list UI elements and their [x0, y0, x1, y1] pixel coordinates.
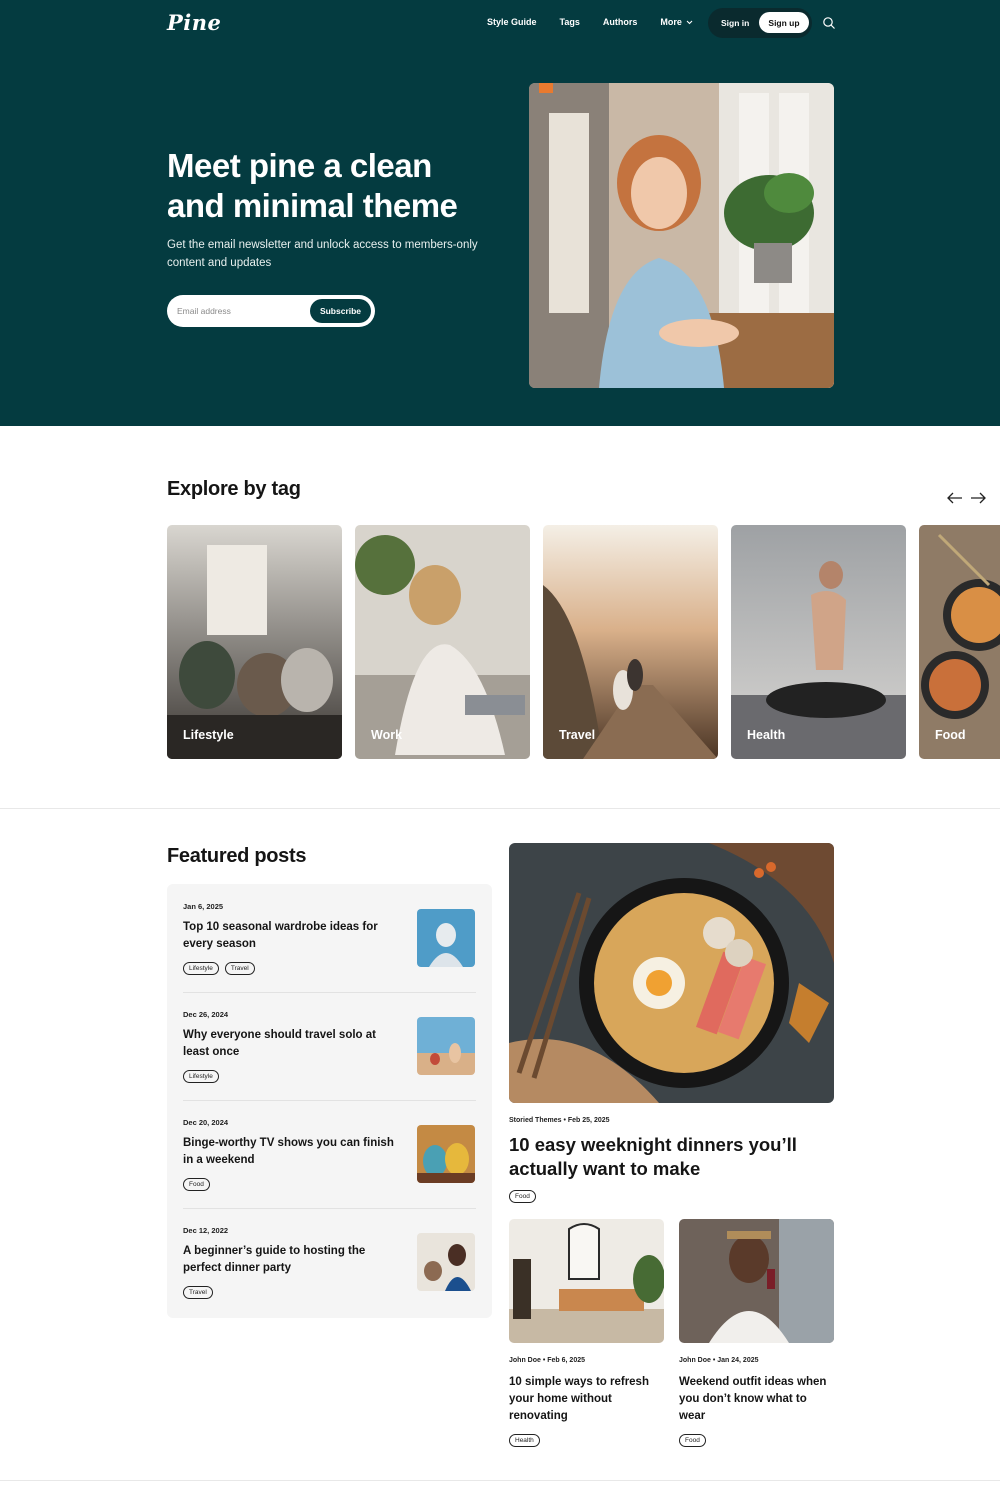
logo[interactable]: Pine	[167, 10, 221, 35]
nav-tags[interactable]: Tags	[560, 17, 580, 27]
tag-pill[interactable]: Food	[679, 1434, 706, 1447]
tag-label: Food	[935, 728, 966, 742]
explore-title: Explore by tag	[167, 478, 301, 500]
post-thumbnail[interactable]	[417, 1233, 475, 1291]
hero-title: Meet pine a clean and minimal theme	[167, 147, 458, 224]
post-thumbnail[interactable]	[417, 1125, 475, 1183]
hero-section: Pine Style Guide Tags Authors More Sign …	[0, 0, 1000, 426]
featured-main-title[interactable]: 10 easy weeknight dinners you’ll actuall…	[509, 1133, 829, 1181]
auth-group: Sign in Sign up	[708, 8, 812, 38]
post-tags: Food	[183, 1178, 210, 1191]
featured-title: Featured posts	[167, 845, 307, 867]
search-icon[interactable]	[822, 16, 836, 30]
post-thumbnail[interactable]	[417, 1017, 475, 1075]
tag-card-lifestyle[interactable]: Lifestyle	[167, 525, 342, 759]
tag-label: Health	[747, 728, 786, 742]
tag-pill[interactable]: Travel	[183, 1286, 213, 1299]
post-tags: Lifestyle	[183, 1070, 219, 1083]
post-author[interactable]: John Doe	[679, 1357, 711, 1364]
email-input[interactable]	[177, 303, 307, 319]
post-author[interactable]: Storied Themes	[509, 1117, 562, 1124]
tag-card-travel[interactable]: Travel	[543, 525, 718, 759]
post-author[interactable]: John Doe	[509, 1357, 541, 1364]
post-title[interactable]: Why everyone should travel solo at least…	[183, 1027, 398, 1061]
tag-label: Travel	[559, 728, 596, 742]
tag-card-health[interactable]: Health	[731, 525, 906, 759]
arrow-right-icon[interactable]	[969, 491, 987, 505]
post-meta: Storied Themes • Feb 25, 2025	[509, 1117, 610, 1124]
tag-pill[interactable]: Food	[183, 1178, 210, 1191]
post-title[interactable]: A beginner’s guide to hosting the perfec…	[183, 1243, 398, 1277]
featured-list: Jan 6, 2025 Top 10 seasonal wardrobe ide…	[167, 884, 492, 1318]
post-meta: John Doe • Feb 6, 2025	[509, 1357, 585, 1364]
tag-card-work[interactable]: Work	[355, 525, 530, 759]
tag-label: Work	[371, 728, 403, 742]
tag-pill[interactable]: Lifestyle	[183, 962, 219, 975]
post-tags: Travel	[183, 1286, 213, 1299]
chevron-down-icon	[686, 20, 693, 24]
subscribe-button[interactable]: Subscribe	[310, 299, 371, 323]
featured-main-image[interactable]	[509, 843, 834, 1103]
tag-pill[interactable]: Lifestyle	[183, 1070, 219, 1083]
tag-carousel: Lifestyle Work Travel Health Food	[167, 525, 1000, 759]
post-date: Feb 25, 2025	[567, 1117, 610, 1124]
post-title[interactable]: Weekend outfit ideas when you don’t know…	[679, 1374, 829, 1425]
post-date: Dec 12, 2022	[183, 1226, 229, 1235]
post-date: Feb 6, 2025	[547, 1357, 585, 1364]
sign-in-button[interactable]: Sign in	[721, 18, 749, 28]
post-thumbnail[interactable]	[417, 909, 475, 967]
tag-card-food[interactable]: Food	[919, 525, 1000, 759]
main-nav: Style Guide Tags Authors More	[487, 17, 716, 27]
post-thumbnail[interactable]	[509, 1219, 664, 1343]
hero-image	[529, 83, 834, 388]
list-item[interactable]: Dec 26, 2024 Why everyone should travel …	[183, 992, 476, 1100]
tag-label: Lifestyle	[183, 728, 234, 742]
sign-up-button[interactable]: Sign up	[759, 12, 809, 33]
carousel-arrows	[946, 491, 987, 505]
post-thumbnail[interactable]	[679, 1219, 834, 1343]
list-item[interactable]: Dec 12, 2022 A beginner’s guide to hosti…	[183, 1208, 476, 1316]
post-date: Dec 26, 2024	[183, 1010, 229, 1019]
list-item[interactable]: Dec 20, 2024 Binge-worthy TV shows you c…	[183, 1100, 476, 1208]
post-date: Jan 24, 2025	[717, 1357, 759, 1364]
subscribe-form: Subscribe	[167, 295, 375, 327]
section-divider	[0, 808, 1000, 809]
post-title[interactable]: Binge-worthy TV shows you can finish in …	[183, 1135, 398, 1169]
nav-more-label: More	[660, 17, 682, 27]
post-tags: Lifestyle Travel	[183, 962, 255, 975]
arrow-left-icon[interactable]	[946, 491, 964, 505]
nav-style-guide[interactable]: Style Guide	[487, 17, 537, 27]
post-date: Dec 20, 2024	[183, 1118, 229, 1127]
hero-subtitle: Get the email newsletter and unlock acce…	[167, 239, 478, 269]
tag-pill[interactable]: Health	[509, 1434, 540, 1447]
post-meta: John Doe • Jan 24, 2025	[679, 1357, 759, 1364]
post-title[interactable]: Top 10 seasonal wardrobe ideas for every…	[183, 919, 398, 953]
tag-pill[interactable]: Travel	[224, 962, 255, 975]
nav-more[interactable]: More	[660, 17, 693, 27]
post-title[interactable]: 10 simple ways to refresh your home with…	[509, 1374, 659, 1425]
list-item[interactable]: Jan 6, 2025 Top 10 seasonal wardrobe ide…	[183, 884, 476, 992]
nav-authors[interactable]: Authors	[603, 17, 638, 27]
section-divider	[0, 1480, 1000, 1481]
post-date: Jan 6, 2025	[183, 902, 224, 911]
tag-pill[interactable]: Food	[509, 1190, 536, 1203]
